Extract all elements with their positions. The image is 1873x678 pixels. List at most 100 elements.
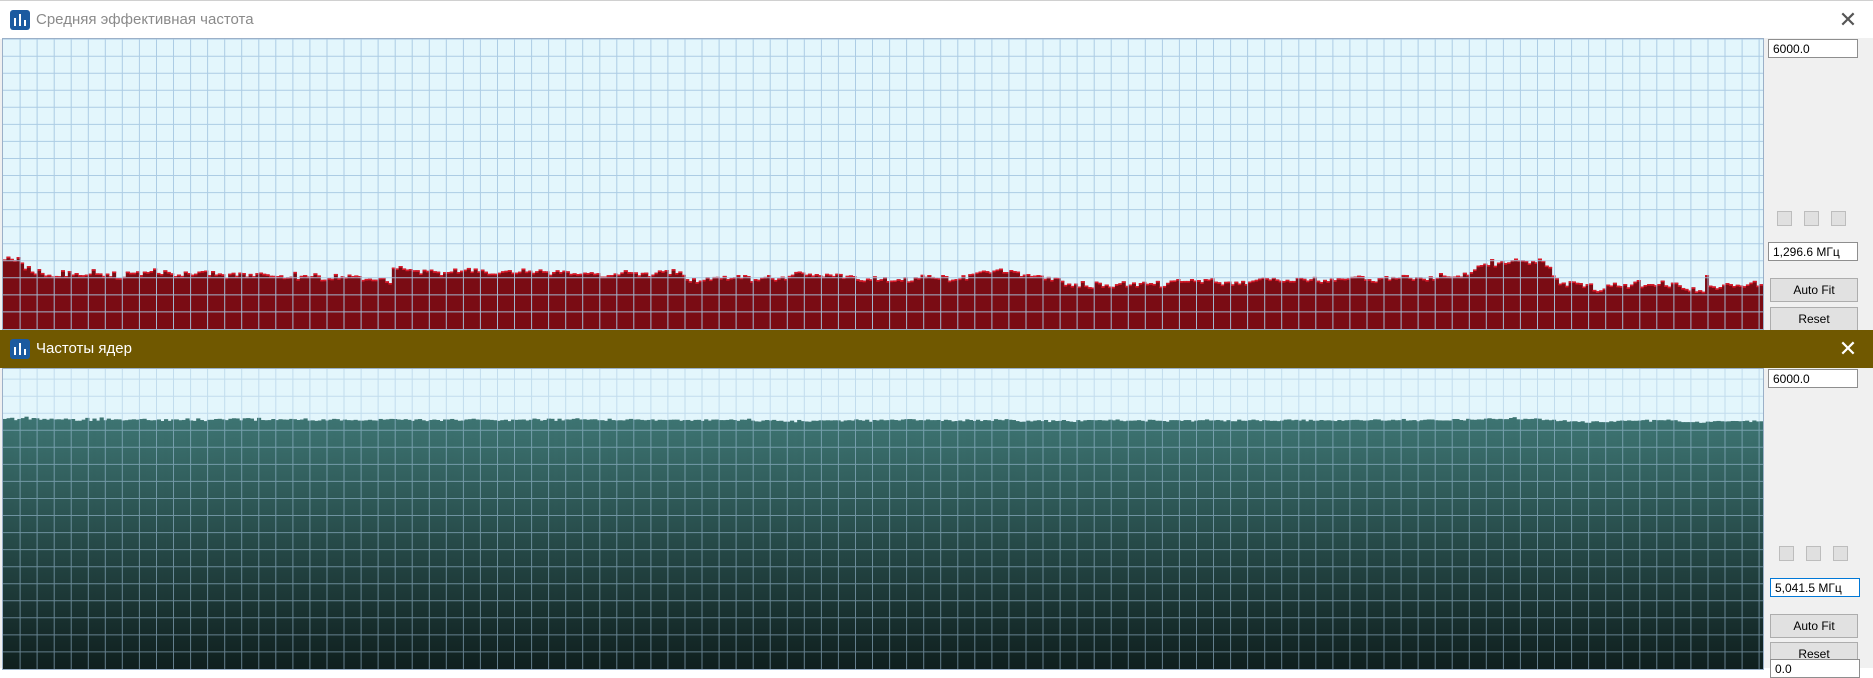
graph-bar [1355, 419, 1360, 669]
graph-bar [1040, 421, 1045, 669]
graph-bar-edge [1421, 278, 1426, 281]
current-value-field[interactable]: 5,041.5 МГц [1770, 578, 1860, 597]
graph-bar [60, 419, 65, 669]
avg-frequency-titlebar[interactable]: Средняя эффективная частота ✕ [0, 0, 1873, 39]
graph-bar-edge [1275, 279, 1280, 282]
graph-bar [203, 421, 208, 669]
graph-bar [548, 274, 553, 329]
graph-bar [1326, 420, 1331, 669]
graph-bar [180, 275, 185, 329]
graph-bar [47, 274, 52, 329]
min-scale-field[interactable]: 0.0 [1770, 659, 1860, 678]
graph-bar [1612, 421, 1617, 669]
graph-bar-edge [1493, 265, 1498, 268]
graph-bar [353, 419, 358, 669]
graph-bar [1737, 421, 1743, 669]
option-checkbox-1[interactable] [1777, 211, 1792, 226]
graph-bar [335, 419, 340, 669]
graph-bar-edge [1323, 279, 1328, 282]
graph-bar-edge [1179, 281, 1184, 283]
graph-bar [419, 273, 424, 329]
graph-bar [480, 269, 485, 329]
option-checkbox-3[interactable] [1831, 211, 1846, 226]
graph-bar [364, 278, 369, 329]
graph-bar [922, 420, 927, 669]
graph-bar [1745, 420, 1750, 669]
graph-bar [1537, 418, 1542, 669]
graph-bar [536, 419, 541, 669]
graph-bar [163, 419, 169, 669]
graph-bar [561, 420, 566, 669]
graph-bar [6, 418, 11, 669]
graph-bar [756, 279, 761, 329]
graph-bar [1433, 420, 1439, 669]
graph-bar [514, 419, 519, 669]
graph-bar-edge [1694, 291, 1699, 293]
graph-bar-edge [1009, 270, 1014, 272]
graph-bar [117, 419, 122, 669]
option-checkbox-3[interactable] [1833, 546, 1848, 561]
graph-bar [1070, 285, 1075, 329]
graph-bar [1580, 421, 1585, 669]
graph-bar [385, 281, 390, 329]
max-scale-field[interactable]: 6000.0 [1768, 369, 1858, 388]
option-checkbox-1[interactable] [1779, 546, 1794, 561]
option-checkbox-2[interactable] [1804, 211, 1819, 226]
graph-bar [412, 270, 417, 329]
graph-bar-edge [1599, 290, 1604, 292]
graph-bar-edge [862, 280, 867, 283]
graph-bar-edge [1595, 291, 1600, 293]
auto-fit-button[interactable]: Auto Fit [1770, 278, 1858, 302]
graph-bar-edge [1544, 265, 1549, 268]
graph-bar [321, 419, 326, 669]
graph-bar-edge [398, 266, 403, 268]
max-scale-field[interactable]: 6000.0 [1768, 39, 1858, 58]
reset-button[interactable]: Reset [1770, 307, 1858, 331]
auto-fit-button[interactable]: Auto Fit [1770, 614, 1858, 638]
graph-bar-edge [1711, 286, 1716, 288]
graph-bar [500, 271, 505, 329]
graph-bar-edge [388, 283, 393, 285]
option-checkbox-2[interactable] [1806, 546, 1821, 561]
graph-bar [1053, 277, 1058, 329]
graph-bar [96, 420, 101, 669]
graph-bar [1687, 422, 1693, 669]
graph-bar [56, 419, 61, 669]
graph-bar-edge [674, 273, 679, 275]
graph-bar-edge [1401, 274, 1406, 277]
graph-bar-edge [910, 280, 915, 283]
current-value-field[interactable]: 1,296.6 МГц [1768, 242, 1858, 261]
graph-bar [1224, 281, 1229, 329]
graph-bar [865, 419, 870, 669]
graph-bar [275, 276, 280, 329]
graph-bar-edge [1425, 280, 1430, 282]
graph-bar [132, 272, 137, 329]
graph-bar [1009, 270, 1014, 329]
close-icon[interactable]: ✕ [1835, 336, 1861, 362]
graph-bar [309, 276, 314, 329]
graph-bar [142, 418, 147, 669]
graph-bar [1730, 420, 1735, 669]
graph-bar-edge [9, 258, 14, 261]
graph-bar [557, 418, 562, 669]
graph-bar [1650, 284, 1655, 329]
graph-bar-edge [1104, 284, 1109, 287]
graph-bar [845, 275, 850, 329]
close-icon[interactable]: ✕ [1835, 7, 1861, 33]
graph-bar [88, 420, 94, 669]
graph-bar [773, 279, 778, 329]
graph-bar [1473, 269, 1478, 329]
graph-bar [618, 420, 623, 669]
graph-bar [296, 279, 301, 329]
graph-bar-edge [81, 275, 86, 277]
core-frequency-titlebar[interactable]: Частоты ядер ✕ [0, 330, 1873, 368]
graph-bar [825, 420, 830, 669]
graph-bar [156, 419, 161, 669]
graph-bar-edge [142, 271, 147, 274]
graph-bar [388, 283, 393, 329]
graph-bar-edge [1575, 282, 1580, 285]
graph-bar [1634, 420, 1639, 669]
graph-bar-edge [1220, 284, 1225, 287]
graph-bar [832, 420, 838, 669]
graph-bar [239, 420, 244, 669]
